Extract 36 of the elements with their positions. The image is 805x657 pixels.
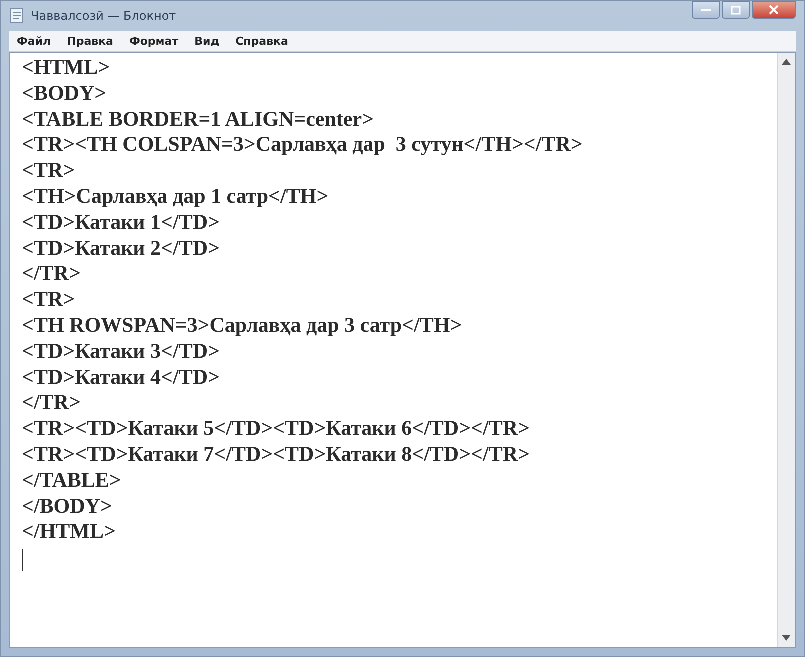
code-line: <TABLE BORDER=1 ALIGN=center> [22, 106, 375, 132]
code-line: <TH ROWSPAN=3>Сарлавҳа дар 3 сатр</TH> [22, 312, 464, 339]
minimize-icon [701, 8, 711, 12]
menu-item[interactable]: Справка [236, 34, 288, 48]
menu-item[interactable]: Правка [67, 34, 114, 48]
close-icon [769, 5, 779, 15]
scroll-up-icon[interactable] [782, 59, 791, 65]
notepad-icon [9, 8, 25, 24]
text-cursor [22, 549, 23, 572]
close-button[interactable] [752, 1, 796, 19]
code-line: </TR> [22, 261, 82, 288]
vertical-scrollbar[interactable] [777, 53, 795, 647]
code-line: </BODY> [22, 494, 114, 520]
code-line: </TR> [22, 390, 82, 416]
maximize-button[interactable] [722, 1, 750, 19]
minimize-button[interactable] [692, 1, 720, 19]
code-line: <TH>Сарлавҳа дар 1 сатр</TH> [22, 184, 330, 210]
menu-item[interactable]: Файл [17, 34, 52, 48]
code-line: </TABLE> [22, 468, 122, 494]
code-line: <TD>Катаки 3</TD> [22, 338, 221, 365]
code-line: <HTML> [22, 55, 112, 81]
code-line: <TR><TH COLSPAN=3>Сарлавҳа дар 3 сутун</TH></TR> [22, 132, 584, 158]
code-line: <TR> [22, 158, 76, 184]
code-line: <TD>Катаки 4</TD> [22, 364, 221, 390]
code-line: <TD>Катаки 1</TD> [22, 210, 221, 236]
menu-item[interactable]: Вид [194, 34, 220, 48]
code-line: </HTML> [22, 519, 117, 546]
maximize-icon [731, 6, 741, 14]
code-line: <TD>Катаки 2</TD> [22, 236, 221, 262]
window-title: Чаввалсозӣ — Блокнот [31, 9, 178, 23]
code-line: <TR><TD>Катаки 7</TD><TD>Катаки 8</TD></TR> [22, 442, 531, 468]
scroll-down-icon[interactable] [782, 635, 791, 641]
code-line: <TR> [22, 287, 76, 313]
menu-item[interactable]: Формат [129, 34, 179, 48]
code-line: <BODY> [22, 80, 108, 107]
code-line: <TR><TD>Катаки 5</TD><TD>Катаки 6</TD></TR> [22, 416, 531, 442]
